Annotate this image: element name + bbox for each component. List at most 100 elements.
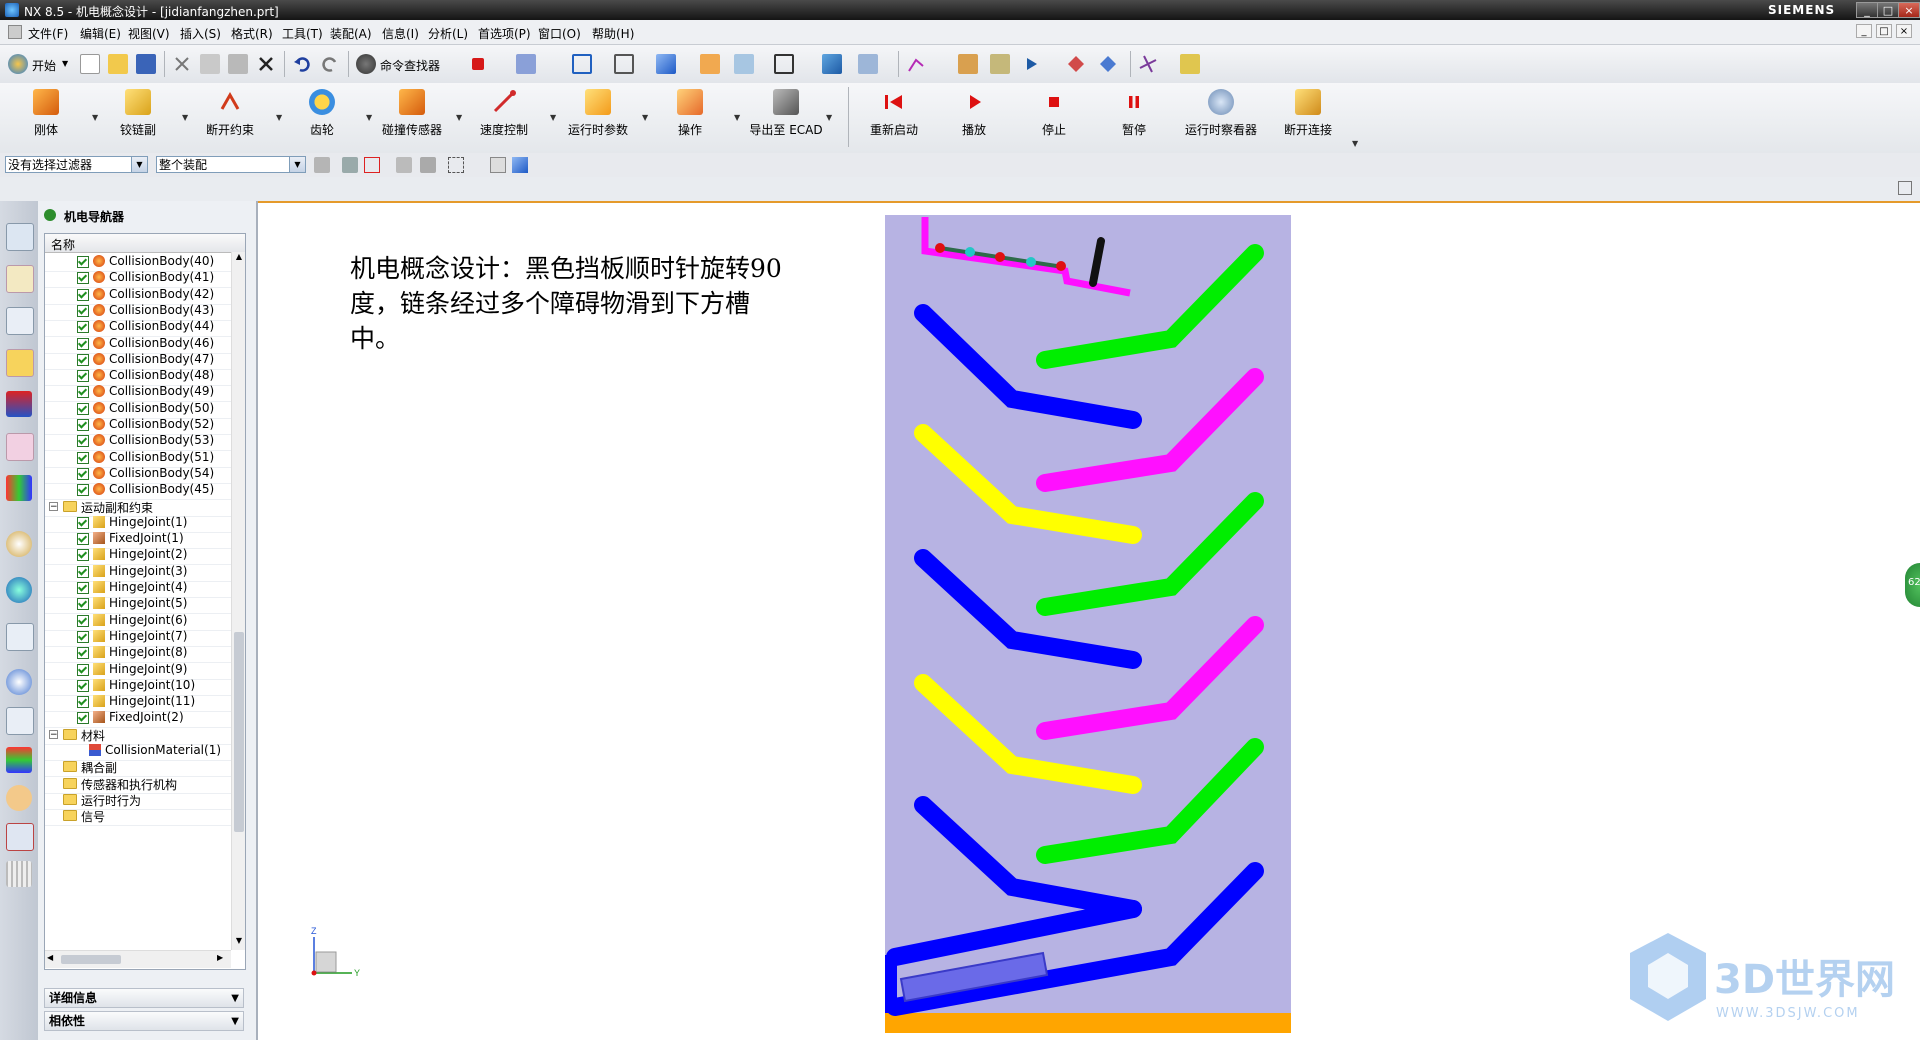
collision-sensor-dropdown-icon[interactable]: ▼ xyxy=(456,113,462,122)
select-box-icon[interactable] xyxy=(364,157,380,173)
menu-preferences[interactable]: 首选项(P) xyxy=(478,25,531,42)
command-finder-icon[interactable] xyxy=(356,54,376,74)
visibility-checkbox[interactable] xyxy=(77,696,89,709)
hinge-joint-button[interactable]: 铰链副 xyxy=(102,87,174,147)
restart-button[interactable]: 重新启动 xyxy=(858,87,930,147)
save-icon[interactable] xyxy=(136,54,156,74)
undo-icon[interactable] xyxy=(292,54,312,74)
delete-icon[interactable] xyxy=(256,54,276,74)
start-dropdown-icon[interactable]: ▼ xyxy=(62,59,68,68)
visibility-checkbox[interactable] xyxy=(77,353,89,366)
toolbar-overflow-icon[interactable]: ▼ xyxy=(1352,139,1358,148)
users-icon[interactable] xyxy=(6,785,32,811)
system-materials-icon[interactable] xyxy=(6,823,34,851)
graphics-window[interactable]: 机电概念设计：黑色挡板顺时针旋转90度，链条经过多个障碍物滑到下方槽中。 Z Y… xyxy=(258,201,1920,1042)
render-style-icon[interactable] xyxy=(700,54,720,74)
visibility-checkbox[interactable] xyxy=(77,614,89,627)
menu-insert[interactable]: 插入(S) xyxy=(180,25,221,42)
h-scroll-thumb[interactable] xyxy=(61,955,121,964)
history-icon[interactable] xyxy=(6,531,32,557)
menu-file[interactable]: 文件(F) xyxy=(28,25,68,42)
rectangle-select-icon[interactable] xyxy=(448,157,464,173)
scroll-left-icon[interactable]: ◀ xyxy=(47,953,53,962)
part-navigator-icon[interactable] xyxy=(6,307,34,335)
menu-help[interactable]: 帮助(H) xyxy=(592,25,634,42)
scroll-right-icon[interactable]: ▶ xyxy=(217,953,223,962)
analysis-icon[interactable] xyxy=(990,54,1010,74)
collapse-toggle-icon[interactable]: − xyxy=(49,729,58,739)
ruler-icon[interactable] xyxy=(1180,54,1200,74)
csys-icon[interactable] xyxy=(822,54,842,74)
details-panel-header[interactable]: 详细信息 ▼ xyxy=(44,988,244,1008)
break-constraint-button[interactable]: 断开约束 xyxy=(194,87,266,147)
web-browser-icon[interactable] xyxy=(6,577,32,603)
start-icon[interactable] xyxy=(8,54,28,74)
section-view-icon[interactable] xyxy=(734,54,754,74)
assembly-navigator-icon[interactable] xyxy=(6,223,34,251)
constraint-navigator-icon[interactable] xyxy=(6,265,34,293)
scroll-thumb[interactable] xyxy=(234,632,244,832)
selection-filter-combo[interactable]: 没有选择过滤器 ▼ xyxy=(5,156,148,173)
body-icon[interactable] xyxy=(512,157,528,173)
snap-vertex-icon[interactable] xyxy=(1066,54,1086,74)
gear-dropdown-icon[interactable]: ▼ xyxy=(366,113,372,122)
export-ecad-button[interactable]: 导出至 ECAD xyxy=(746,87,826,147)
command-finder-label[interactable]: 命令查找器 xyxy=(380,57,440,74)
visibility-checkbox[interactable] xyxy=(77,467,89,480)
visibility-checkbox[interactable] xyxy=(77,435,89,448)
collapse-toggle-icon[interactable]: − xyxy=(49,501,58,511)
filter-settings-icon[interactable] xyxy=(314,157,330,173)
play-forward-icon[interactable] xyxy=(1024,54,1044,74)
select-connected-icon[interactable] xyxy=(396,157,412,173)
layer-icon[interactable] xyxy=(774,54,794,74)
visibility-checkbox[interactable] xyxy=(77,386,89,399)
runtime-inspector-button[interactable]: 运行时察看器 xyxy=(1178,87,1264,147)
tree-vertical-scrollbar[interactable]: ▲ ▼ xyxy=(231,252,245,950)
runtime-params-button[interactable]: 运行时参数 xyxy=(562,87,634,147)
break-constraint-dropdown-icon[interactable]: ▼ xyxy=(276,113,282,122)
visibility-checkbox[interactable] xyxy=(77,679,89,692)
redo-icon[interactable] xyxy=(320,54,340,74)
select-features-icon[interactable] xyxy=(342,157,358,173)
visibility-checkbox[interactable] xyxy=(77,321,89,334)
visibility-checkbox[interactable] xyxy=(77,484,89,497)
visibility-checkbox[interactable] xyxy=(77,288,89,301)
pause-button[interactable]: 暂停 xyxy=(1098,87,1170,147)
menu-info[interactable]: 信息(I) xyxy=(382,25,419,42)
mcd-navigator-icon[interactable] xyxy=(6,349,34,377)
pin-icon[interactable] xyxy=(44,209,56,221)
mdi-minimize-button[interactable]: _ xyxy=(1856,24,1872,38)
reuse-library-icon[interactable] xyxy=(6,475,32,501)
scroll-up-icon[interactable]: ▲ xyxy=(234,252,244,264)
visibility-checkbox[interactable] xyxy=(77,647,89,660)
menu-view[interactable]: 视图(V) xyxy=(128,25,170,42)
selection-scope-combo[interactable]: 整个装配 ▼ xyxy=(156,156,306,173)
select-tangent-icon[interactable] xyxy=(420,157,436,173)
color-palette-icon[interactable] xyxy=(6,747,32,773)
component-icon[interactable] xyxy=(490,157,506,173)
visibility-checkbox[interactable] xyxy=(77,272,89,285)
visibility-checkbox[interactable] xyxy=(77,451,89,464)
operation-button[interactable]: 操作 xyxy=(654,87,726,147)
tree-folder-row[interactable]: 信号 xyxy=(45,806,231,827)
new-file-icon[interactable] xyxy=(80,54,100,74)
dependencies-panel-header[interactable]: 相依性 ▼ xyxy=(44,1011,244,1031)
gear-button[interactable]: 齿轮 xyxy=(286,87,358,147)
visibility-checkbox[interactable] xyxy=(77,337,89,350)
minimize-button[interactable]: _ xyxy=(1856,2,1878,18)
cut-icon[interactable] xyxy=(172,54,192,74)
speed-control-dropdown-icon[interactable]: ▼ xyxy=(550,113,556,122)
tree-horizontal-scrollbar[interactable]: ◀ ▶ xyxy=(45,950,231,968)
grid-icon[interactable] xyxy=(1138,54,1158,74)
mdi-restore-button[interactable]: □ xyxy=(1876,24,1892,38)
visibility-checkbox[interactable] xyxy=(77,419,89,431)
menu-window[interactable]: 窗口(O) xyxy=(538,25,581,42)
export-ecad-dropdown-icon[interactable]: ▼ xyxy=(826,113,832,122)
shaded-view-icon[interactable] xyxy=(656,54,676,74)
collision-sensor-button[interactable]: 碰撞传感器 xyxy=(376,87,448,147)
visibility-checkbox[interactable] xyxy=(77,256,89,268)
side-badge[interactable]: 62 xyxy=(1905,563,1920,607)
open-folder-icon[interactable] xyxy=(108,54,128,74)
operation-dropdown-icon[interactable]: ▼ xyxy=(734,113,740,122)
visibility-checkbox[interactable] xyxy=(77,598,89,611)
